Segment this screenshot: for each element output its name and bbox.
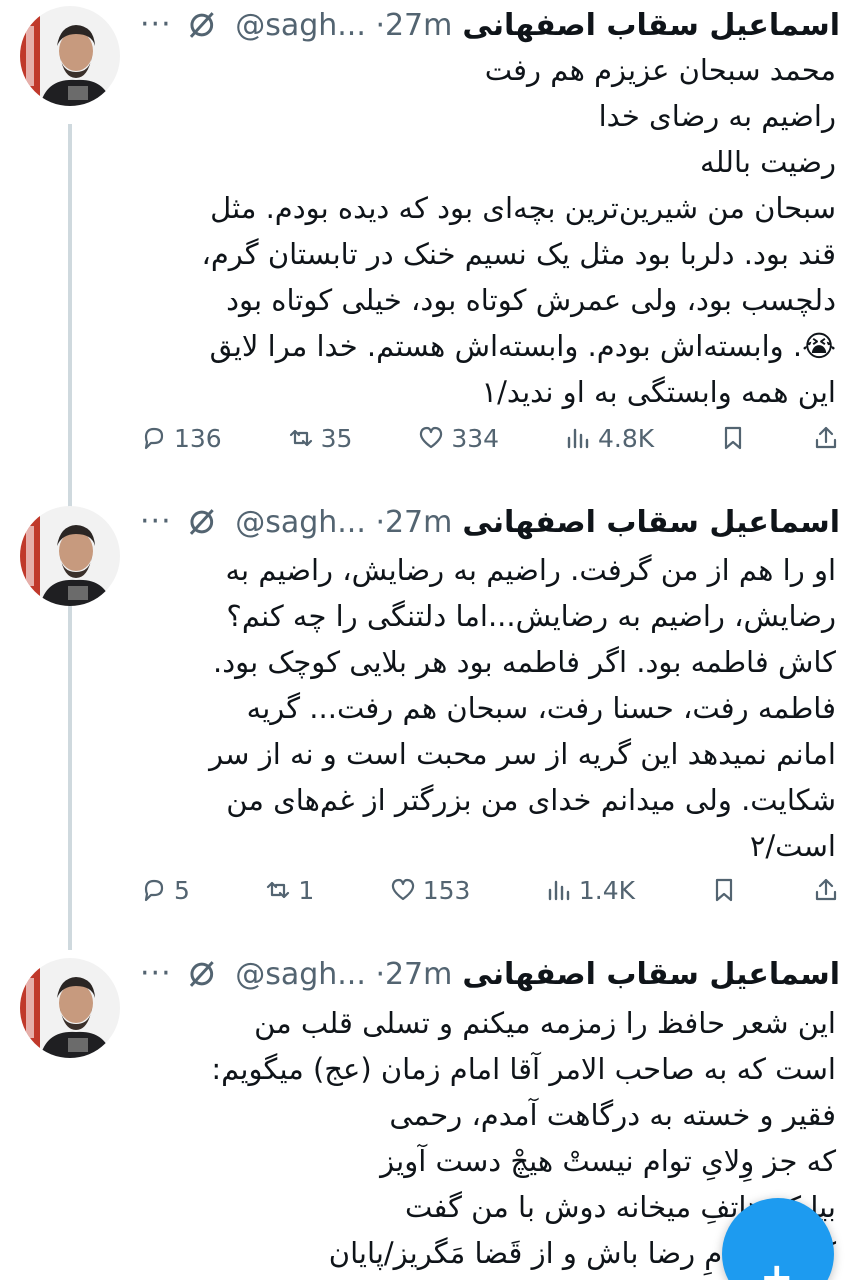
like-button[interactable]: 334 [417,424,499,453]
tweet-text-line: این شعر حافظ را زمزمه میکنم و تسلی قلب م… [254,1006,836,1040]
handle-and-time[interactable]: @sagh... ·27m [235,8,452,43]
share-icon [815,426,837,449]
tweet-text-line: است که به صاحب الامر آقا امام زمان (عج) … [211,1052,836,1086]
like-button[interactable]: 153 [389,875,471,905]
views-button[interactable]: 1.4K [545,876,635,905]
tweet-text: محمد سبحان عزیزم هم رفت راضیم به رضای خد… [140,47,836,415]
tweet-time[interactable]: ·27m [375,8,452,43]
tweet-time[interactable]: ·27m [375,505,452,540]
tweet-text-line: او را هم از من گرفت. راضیم به رضایش، راض… [225,553,836,587]
author-handle[interactable]: @sagh... [235,8,366,43]
tweet-actions: 5 1 153 1.4K [140,870,840,910]
tweet-actions: 136 35 334 4.8K [140,418,840,458]
reply-button[interactable]: 136 [140,424,222,453]
reply-icon [144,879,164,902]
views-count: 1.4K [578,875,636,905]
avatar[interactable] [20,6,120,106]
grok-icon[interactable] [188,11,216,39]
like-count: 153 [422,875,471,905]
bookmark-icon [715,878,732,902]
tweet-header: ··· @sagh... ·27m اسماعیل سقاب اصفهانی [140,500,840,544]
reply-icon [144,427,164,450]
repost-icon [289,429,312,447]
avatar[interactable] [20,958,120,1058]
repost-count: 35 [320,423,353,453]
more-options-icon[interactable]: ··· [140,959,172,989]
timeline: ··· @sagh... ·27m اسماعیل سقاب اصفهانی م… [0,0,856,1280]
tweet-text-line: رضایش، راضیم به رضایش...اما دلتنگی را چه… [226,599,836,633]
avatar-image [20,506,120,606]
reply-count: 136 [174,423,222,453]
tweet-text-line: امانم نمیدهد این گریه از سر محبت است و ن… [209,737,836,771]
tweet-text-line: فاطمه رفت، حسنا رفت، سبحان هم رفت... گری… [246,691,836,725]
heart-icon [391,878,414,901]
share-icon [815,878,837,901]
tweet-text-line: 😭. وابسته‌اش بودم. وابسته‌اش هستم. خدا م… [209,329,836,363]
views-icon [548,880,570,901]
reply-button[interactable]: 5 [140,876,190,905]
tweet-text-line: این همه وابستگی به او ندید/۱ [481,375,836,409]
author-handle[interactable]: @sagh... [235,957,366,992]
views-icon [567,428,589,449]
tweet-text-line: که جز وِلایِ توام نیستْ هیچْ دست آویز [380,1144,836,1178]
tweet-header: ··· @sagh... ·27m اسماعیل سقاب اصفهانی [140,3,840,47]
tweet-time[interactable]: ·27m [375,957,452,992]
more-options-icon[interactable]: ··· [140,507,172,537]
tweet-text-line: است/۲ [749,829,836,863]
tweet-text-line: راضیم به رضای خدا [598,99,836,133]
repost-count: 1 [298,875,315,905]
avatar-image [20,958,120,1058]
tweet-text-line: قند بود. دلربا بود مثل یک نسیم خنک در تا… [201,237,836,271]
avatar[interactable] [20,506,120,606]
avatar-image [20,6,120,106]
views-count: 4.8K [597,423,655,453]
tweet-text-line: محمد سبحان عزیزم هم رفت [484,53,836,87]
share-button[interactable] [812,876,840,904]
bookmark-button[interactable] [719,424,747,452]
more-options-icon[interactable]: ··· [140,10,172,40]
repost-button[interactable]: 1 [264,876,314,905]
author-name[interactable]: اسماعیل سقاب اصفهانی [462,8,840,43]
tweet-text-line: شکایت. ولی میدانم خدای من بزرگتر از غم‌ه… [226,783,836,817]
views-button[interactable]: 4.8K [564,424,654,453]
plus-icon: + [760,1255,794,1280]
share-button[interactable] [812,424,840,452]
like-count: 334 [451,423,500,453]
grok-icon[interactable] [188,508,216,536]
bookmark-button[interactable] [710,876,738,904]
tweet-text-line: دلچسب بود، ولی عمرش کوتاه بود، خیلی کوتا… [226,283,836,317]
tweet-header: ··· @sagh... ·27m اسماعیل سقاب اصفهانی [140,952,840,996]
handle-and-time[interactable]: @sagh... ·27m [235,505,452,540]
author-name[interactable]: اسماعیل سقاب اصفهانی [462,957,840,992]
repost-button[interactable]: 35 [287,423,353,453]
tweet-text-line: کاش فاطمه بود. اگر فاطمه بود هر بلایی کو… [213,645,836,679]
author-name[interactable]: اسماعیل سقاب اصفهانی [462,505,840,540]
reply-count: 5 [174,875,190,905]
tweet-text-line: فقیر و خسته به درگاهت آمدم، رحمی [389,1098,836,1132]
author-handle[interactable]: @sagh... [235,505,366,540]
bookmark-icon [724,426,742,450]
heart-icon [420,426,443,449]
tweet-text-line: رضیت بالله [700,145,836,179]
repost-icon [267,881,290,899]
tweet-text: او را هم از من گرفت. راضیم به رضایش، راض… [140,547,836,869]
grok-icon[interactable] [188,960,216,988]
handle-and-time[interactable]: @sagh... ·27m [235,957,452,992]
tweet-text-line: سبحان من شیرین‌ترین بچه‌ای بود که دیده ب… [210,191,836,225]
